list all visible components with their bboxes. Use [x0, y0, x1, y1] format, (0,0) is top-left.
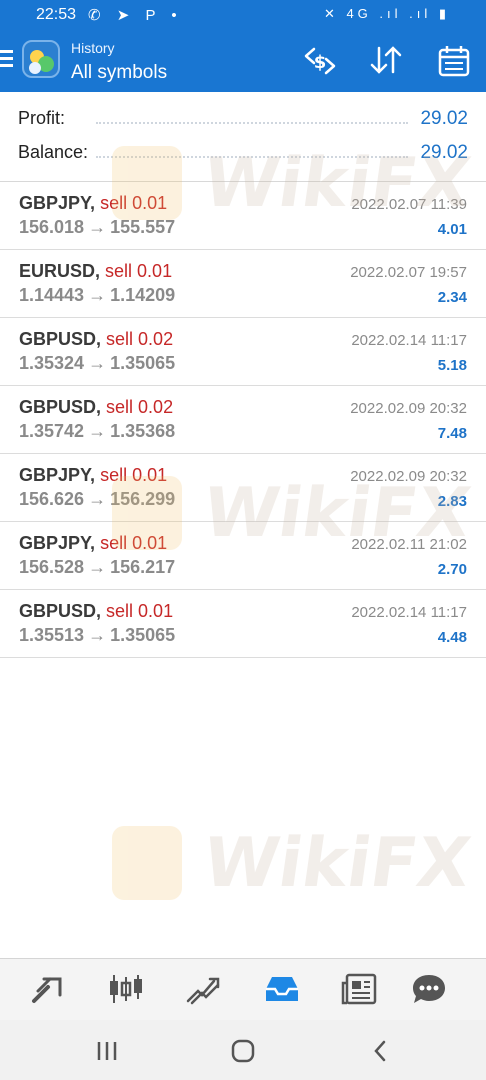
notification-icons: ✆ ➤ P •: [88, 7, 183, 24]
trade-profit: 4.01: [437, 221, 467, 238]
trade-time: 2022.02.09 20:32: [350, 468, 467, 485]
trade-profit: 2.70: [437, 561, 467, 578]
menu-icon[interactable]: [0, 50, 14, 72]
balance-label: Balance:: [18, 142, 89, 162]
account-summary: Profit: 29.02 Balance: 29.02: [0, 92, 486, 182]
trade-side: sell 0.01: [100, 465, 168, 485]
history-icon[interactable]: [262, 971, 302, 1007]
system-navigation: [0, 1020, 486, 1080]
balance-value: 29.02: [420, 142, 468, 163]
close-price: 1.35368: [110, 421, 176, 441]
profit-value: 29.02: [420, 108, 468, 129]
open-price: 1.35513: [19, 625, 85, 645]
trade-time: 2022.02.07 19:57: [350, 264, 467, 281]
trade-side: sell 0.01: [100, 193, 168, 213]
quotes-icon[interactable]: [28, 971, 68, 1007]
trade-time: 2022.02.07 11:39: [351, 196, 467, 213]
sort-icon[interactable]: [368, 44, 404, 78]
trade-row[interactable]: GBPUSD, sell 0.02 1.35742 → 1.35368 2022.0…: [0, 386, 486, 454]
trade-profit: 2.34: [437, 289, 467, 306]
arrow-icon: →: [88, 489, 107, 509]
open-price: 1.35742: [19, 421, 85, 441]
trade-symbol: GBPUSD,: [19, 601, 102, 621]
close-price: 1.35065: [110, 625, 176, 645]
arrow-icon: →: [88, 421, 107, 441]
status-bar: 22:53 ✆ ➤ P • ✕ 4G .ıl .ıl ▮: [0, 0, 486, 32]
home-icon[interactable]: [228, 1036, 258, 1066]
trade-profit: 5.18: [437, 357, 467, 374]
close-price: 155.557: [110, 217, 176, 237]
close-price: 156.299: [110, 489, 176, 509]
close-price: 156.217: [110, 557, 176, 577]
trade-time: 2022.02.11 21:02: [351, 536, 467, 553]
arrow-icon: →: [88, 557, 107, 577]
calendar-icon[interactable]: [436, 44, 472, 78]
signal-battery-icons: ✕ 4G .ıl .ıl ▮: [323, 6, 450, 21]
back-icon[interactable]: [366, 1036, 396, 1066]
profit-label: Profit:: [18, 108, 66, 128]
trade-profit: 4.48: [437, 629, 467, 646]
open-price: 156.626: [19, 489, 85, 509]
trade-symbol: EURUSD,: [19, 261, 101, 281]
profit-row: Profit: 29.02: [18, 106, 468, 136]
close-price: 1.35065: [110, 353, 176, 373]
trade-symbol: GBPJPY,: [19, 465, 96, 485]
trade-row[interactable]: GBPJPY, sell 0.01 156.528 → 156.217 2022.0…: [0, 522, 486, 590]
arrow-icon: →: [88, 625, 107, 645]
trade-row[interactable]: EURUSD, sell 0.01 1.14443 → 1.14209 2022.0…: [0, 250, 486, 318]
trade-symbol: GBPUSD,: [19, 397, 102, 417]
status-time: 22:53: [36, 6, 77, 23]
trade-side: sell 0.01: [100, 533, 168, 553]
open-price: 1.35324: [19, 353, 85, 373]
trade-symbol: GBPUSD,: [19, 329, 102, 349]
trade-time: 2022.02.14 11:17: [351, 604, 467, 621]
recent-apps-icon[interactable]: [92, 1036, 122, 1066]
app-logo: [22, 40, 60, 78]
bottom-navigation: [0, 958, 486, 1020]
open-price: 1.14443: [19, 285, 85, 305]
page-subtitle: History: [71, 40, 115, 56]
trade-profit: 7.48: [437, 425, 467, 442]
chart-icon[interactable]: [106, 971, 146, 1007]
open-price: 156.018: [19, 217, 85, 237]
trade-side: sell 0.01: [105, 261, 173, 281]
trade-time: 2022.02.09 20:32: [350, 400, 467, 417]
open-price: 156.528: [19, 557, 85, 577]
trade-side: sell 0.02: [106, 397, 174, 417]
watermark-text: WikiFX: [198, 824, 476, 903]
balance-row: Balance: 29.02: [18, 140, 468, 170]
arrow-icon: →: [88, 285, 107, 305]
svg-text:$: $: [314, 52, 327, 73]
exchange-icon[interactable]: $: [302, 44, 338, 78]
trade-side: sell 0.01: [106, 601, 174, 621]
trade-history-list: GBPJPY, sell 0.01 156.018 → 155.557 2022.0…: [0, 182, 486, 658]
dotted-leader: [96, 156, 408, 158]
trade-symbol: GBPJPY,: [19, 193, 96, 213]
trade-icon[interactable]: [184, 971, 224, 1007]
trade-symbol: GBPJPY,: [19, 533, 96, 553]
trade-time: 2022.02.14 11:17: [351, 332, 467, 349]
app-bar: History All symbols $: [0, 32, 486, 92]
trade-side: sell 0.02: [106, 329, 174, 349]
dotted-leader: [96, 122, 408, 124]
chat-icon[interactable]: [409, 971, 449, 1007]
trade-row[interactable]: GBPJPY, sell 0.01 156.018 → 155.557 2022.0…: [0, 182, 486, 250]
news-icon[interactable]: [339, 971, 379, 1007]
page-title[interactable]: All symbols: [71, 62, 167, 84]
trade-profit: 2.83: [437, 493, 467, 510]
trade-row[interactable]: GBPUSD, sell 0.02 1.35324 → 1.35065 2022.0…: [0, 318, 486, 386]
arrow-icon: →: [88, 353, 107, 373]
trade-row[interactable]: GBPUSD, sell 0.01 1.35513 → 1.35065 2022.0…: [0, 590, 486, 658]
close-price: 1.14209: [110, 285, 176, 305]
trade-row[interactable]: GBPJPY, sell 0.01 156.626 → 156.299 2022.0…: [0, 454, 486, 522]
watermark: WikiFX: [112, 820, 475, 910]
arrow-icon: →: [88, 217, 107, 237]
